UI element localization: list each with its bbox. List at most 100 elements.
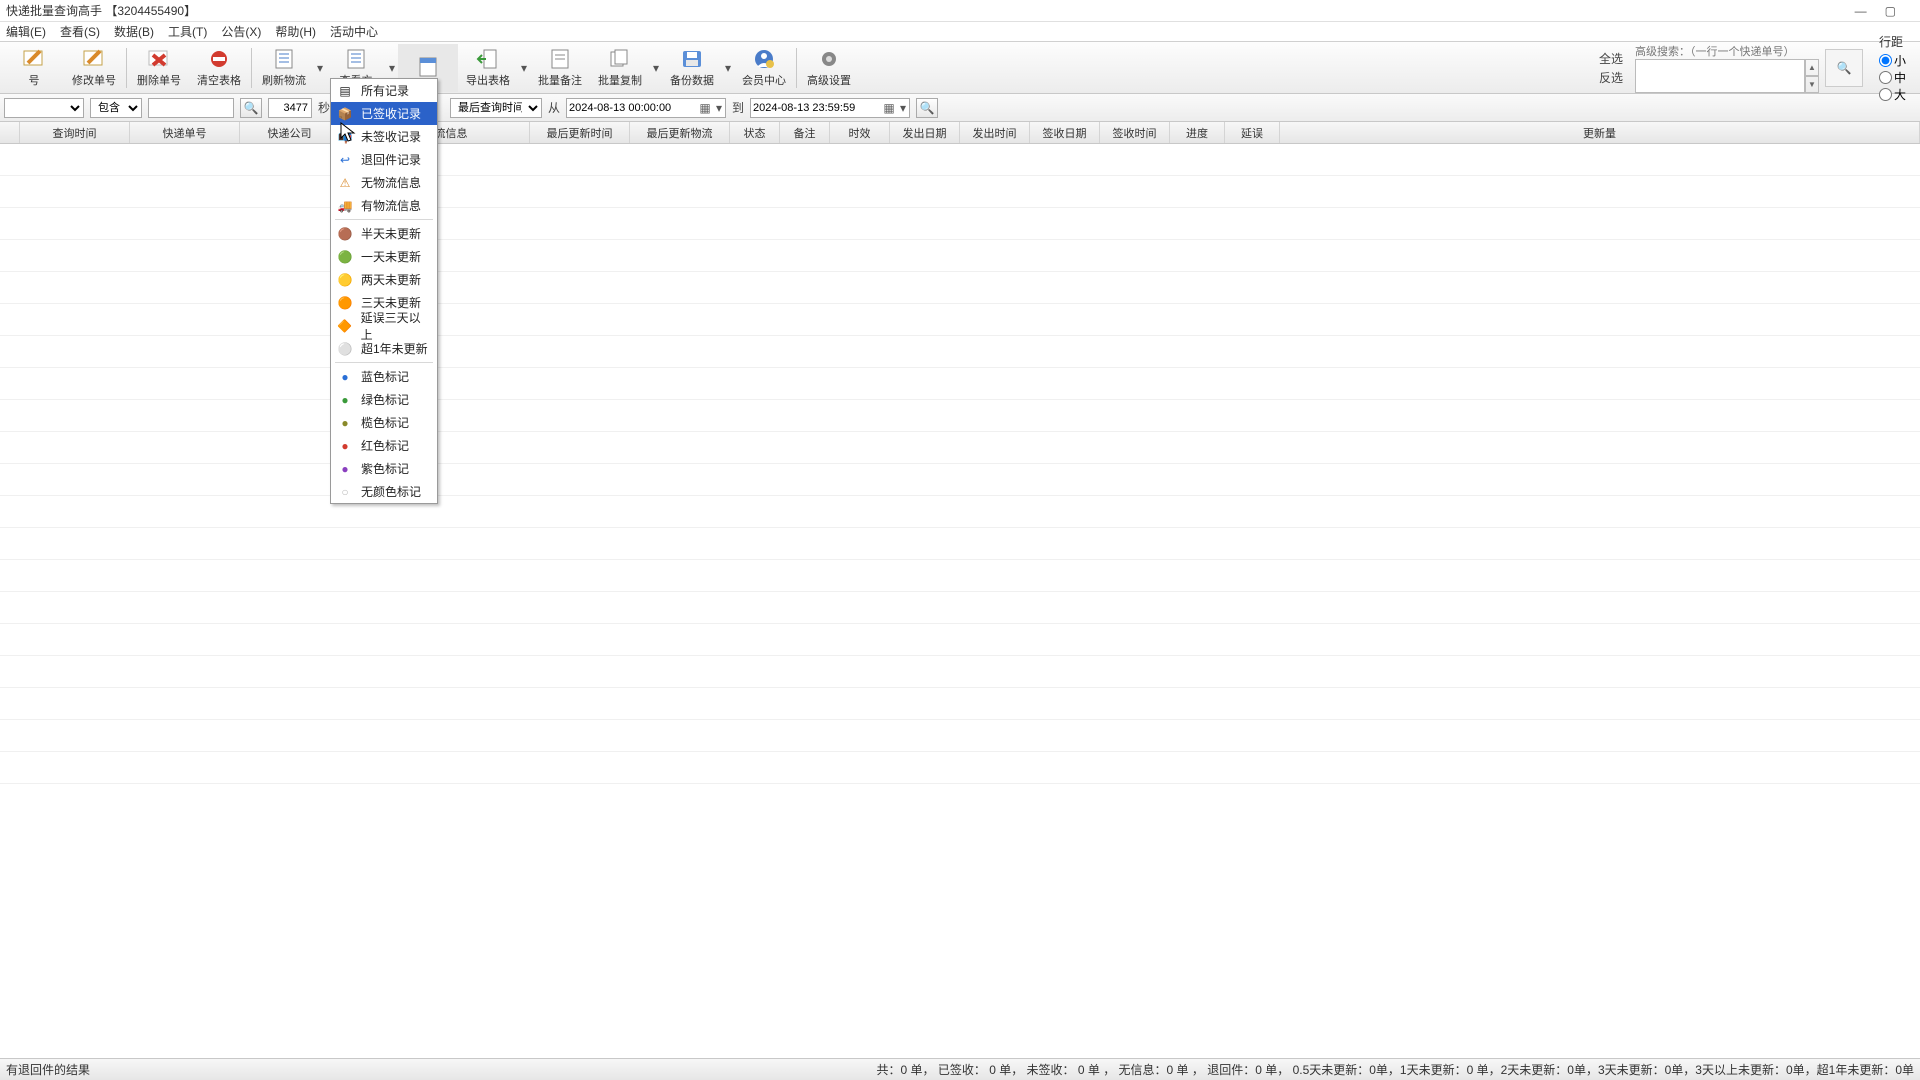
export-dropdown[interactable]: ▾: [518, 44, 530, 92]
menu-mark-purple[interactable]: ●紫色标记: [331, 457, 437, 480]
menu-year1[interactable]: ⚪超1年未更新: [331, 337, 437, 360]
menu-has-logistics[interactable]: 🚚有物流信息: [331, 194, 437, 217]
timefield-select[interactable]: 最后查询时间: [450, 98, 542, 118]
filter-text[interactable]: [148, 98, 234, 118]
select-all-link[interactable]: 全选: [1599, 50, 1623, 67]
date-search-button[interactable]: 🔍: [916, 98, 938, 118]
minimize-button[interactable]: —: [1855, 4, 1867, 18]
company-select[interactable]: [4, 98, 84, 118]
refresh-button[interactable]: 刷新物流: [254, 44, 314, 92]
col-querytime[interactable]: 查询时间: [20, 122, 130, 143]
calendar-icon[interactable]: ▦: [697, 101, 713, 115]
menu-mark-none[interactable]: ○无颜色标记: [331, 480, 437, 503]
menu-delay3[interactable]: 🔶延误三天以上: [331, 314, 437, 337]
add-button[interactable]: 号: [4, 44, 64, 92]
col-timecost[interactable]: 时效: [830, 122, 890, 143]
chevron-down-icon[interactable]: ▾: [713, 101, 725, 115]
adv-search-input[interactable]: [1635, 59, 1805, 93]
copy-dropdown[interactable]: ▾: [650, 44, 662, 92]
menu-notice[interactable]: 公告(X): [221, 23, 261, 40]
menu-unsigned-records[interactable]: 📭未签收记录: [331, 125, 437, 148]
col-sendtime[interactable]: 发出时间: [960, 122, 1030, 143]
col-updatecount[interactable]: 更新量: [1280, 122, 1920, 143]
grid-body[interactable]: [0, 144, 1920, 1058]
return-icon: ↩: [337, 152, 353, 168]
menu-mark-green[interactable]: ●绿色标记: [331, 388, 437, 411]
from-label: 从: [548, 99, 560, 116]
advanced-button[interactable]: 高级设置: [799, 44, 859, 92]
backup-button[interactable]: 备份数据: [662, 44, 722, 92]
rowheight-large[interactable]: 大: [1879, 86, 1906, 103]
col-signdate[interactable]: 签收日期: [1030, 122, 1100, 143]
adv-search-button[interactable]: 🔍: [1825, 49, 1863, 87]
col-status[interactable]: 状态: [730, 122, 780, 143]
export-icon: [474, 47, 502, 71]
menu-mark-olive[interactable]: ●榄色标记: [331, 411, 437, 434]
clear-button[interactable]: 清空表格: [189, 44, 249, 92]
to-date-input[interactable]: [751, 99, 881, 117]
rowheight-small[interactable]: 小: [1879, 52, 1906, 69]
col-lastupdate[interactable]: 最后更新时间: [530, 122, 630, 143]
col-remark[interactable]: 备注: [780, 122, 830, 143]
from-date[interactable]: ▦ ▾: [566, 98, 726, 118]
maximize-button[interactable]: ▢: [1885, 4, 1896, 18]
jar-icon: ⚪: [337, 341, 353, 357]
adv-search-hint: 高级搜索：（一行一个快递单号）: [1635, 43, 1819, 59]
modify-button[interactable]: 修改单号: [64, 44, 124, 92]
menu-tools[interactable]: 工具(T): [168, 23, 207, 40]
col-check[interactable]: [0, 122, 20, 143]
col-company[interactable]: 快递公司: [240, 122, 340, 143]
adv-search-spinner[interactable]: ▲▼: [1805, 59, 1819, 93]
menu-view[interactable]: 查看(S): [60, 23, 100, 40]
col-senddate[interactable]: 发出日期: [890, 122, 960, 143]
window-controls: — ▢: [1855, 4, 1914, 18]
menu-activity[interactable]: 活动中心: [330, 23, 378, 40]
menu-mark-blue[interactable]: ●蓝色标记: [331, 365, 437, 388]
delete-button[interactable]: 删除单号: [129, 44, 189, 92]
toolbar: 号 修改单号 删除单号 清空表格 刷新物流 ▾ 查看方 ▾ 导出表格 ▾ 批量备…: [0, 42, 1920, 94]
menu-halfday[interactable]: 🟤半天未更新: [331, 222, 437, 245]
filter-search-button[interactable]: 🔍: [240, 98, 262, 118]
batch-remark-button[interactable]: 批量备注: [530, 44, 590, 92]
rowheight-medium[interactable]: 中: [1879, 69, 1906, 86]
grid-header: 查询时间 快递单号 快递公司 发出物流信息 最后更新时间 最后更新物流 状态 备…: [0, 122, 1920, 144]
col-signtime[interactable]: 签收时间: [1100, 122, 1170, 143]
chevron-down-icon[interactable]: ▾: [897, 101, 909, 115]
empty-icon: ⚠: [337, 175, 353, 191]
member-button[interactable]: 会员中心: [734, 44, 794, 92]
from-date-input[interactable]: [567, 99, 697, 117]
export-button[interactable]: 导出表格: [458, 44, 518, 92]
dot-icon: ●: [337, 392, 353, 408]
match-select[interactable]: 包含: [90, 98, 142, 118]
interval-input[interactable]: [268, 98, 312, 118]
menu-signed-records[interactable]: 📦已签收记录: [331, 102, 437, 125]
user-icon: [750, 47, 778, 71]
table-icon: [414, 55, 442, 79]
copy-icon: [606, 47, 634, 71]
backup-dropdown[interactable]: ▾: [722, 44, 734, 92]
window-title: 快递批量查询高手 【3204455490】: [6, 2, 1855, 19]
col-lastlogi[interactable]: 最后更新物流: [630, 122, 730, 143]
menu-data[interactable]: 数据(B): [114, 23, 154, 40]
calendar-icon[interactable]: ▦: [881, 101, 897, 115]
menu-mark-red[interactable]: ●红色标记: [331, 434, 437, 457]
to-date[interactable]: ▦ ▾: [750, 98, 910, 118]
menu-no-logistics[interactable]: ⚠无物流信息: [331, 171, 437, 194]
menu-returned-records[interactable]: ↩退回件记录: [331, 148, 437, 171]
dot-icon: ●: [337, 461, 353, 477]
menu-all-records[interactable]: ▤所有记录: [331, 79, 437, 102]
remark-icon: [546, 47, 574, 71]
truck-icon: 🚚: [337, 198, 353, 214]
invert-select-link[interactable]: 反选: [1599, 69, 1623, 86]
select-group: 全选 反选: [1599, 50, 1623, 86]
menu-help[interactable]: 帮助(H): [275, 23, 316, 40]
batch-copy-button[interactable]: 批量复制: [590, 44, 650, 92]
menu-oneday[interactable]: 🟢一天未更新: [331, 245, 437, 268]
col-tracking[interactable]: 快递单号: [130, 122, 240, 143]
col-progress[interactable]: 进度: [1170, 122, 1225, 143]
col-delay[interactable]: 延误: [1225, 122, 1280, 143]
search-icon: 🔍: [1837, 61, 1852, 75]
menu-twoday[interactable]: 🟡两天未更新: [331, 268, 437, 291]
refresh-dropdown[interactable]: ▾: [314, 44, 326, 92]
menu-edit[interactable]: 编辑(E): [6, 23, 46, 40]
